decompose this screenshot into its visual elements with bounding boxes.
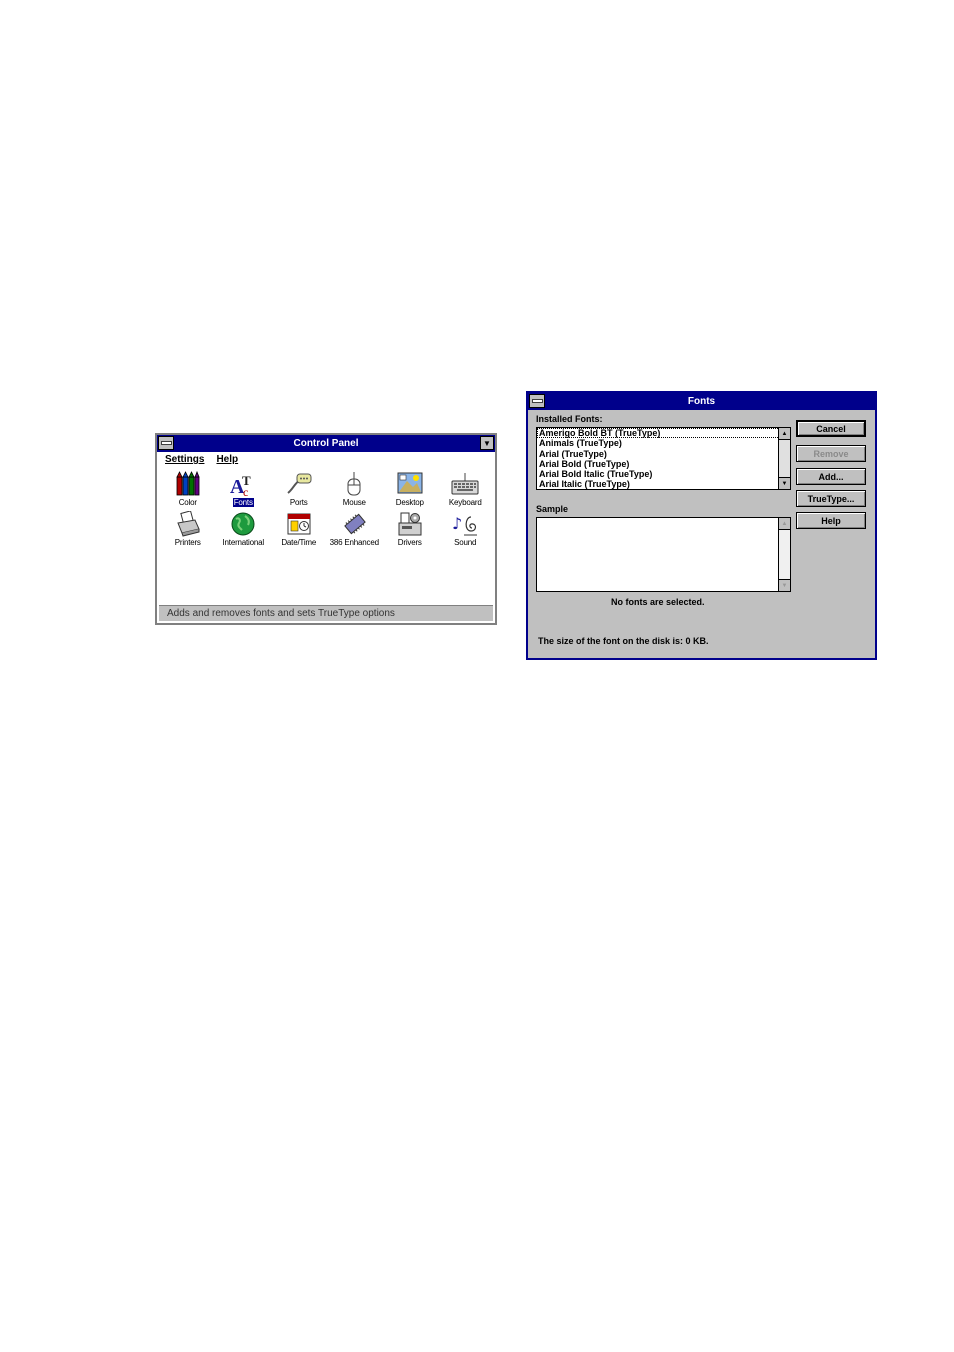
cp-item-label: Date/Time [281, 538, 317, 547]
cp-item-color[interactable]: Color [160, 471, 216, 507]
ports-icon [284, 471, 314, 497]
cp-item-printers[interactable]: Printers [160, 511, 216, 547]
list-item[interactable]: Animals (TrueType) [537, 438, 790, 448]
printers-icon [173, 511, 203, 537]
cp-item-label: Ports [289, 498, 308, 507]
add-button[interactable]: Add... [796, 468, 866, 485]
drivers-icon [395, 511, 425, 537]
date-time-icon [284, 511, 314, 537]
list-item[interactable]: Arial (TrueType) [537, 449, 790, 459]
triangle-down-icon: ▼ [483, 438, 491, 448]
system-menu-button[interactable] [158, 436, 174, 450]
minimize-button[interactable]: ▼ [480, 436, 494, 450]
list-item[interactable]: Arial Bold Italic (TrueType) [537, 469, 790, 479]
cp-item-sound[interactable]: ♪ Sound [438, 511, 494, 547]
installed-fonts-scrollbar[interactable]: ▲ ▼ [778, 428, 790, 489]
fonts-icon: A T c [228, 471, 258, 497]
cp-item-label: Color [178, 498, 197, 507]
cp-item-mouse[interactable]: Mouse [327, 471, 383, 507]
sample-preview-box: ▲ ▼ [536, 517, 791, 592]
cp-item-drivers[interactable]: Drivers [382, 511, 438, 547]
status-text: Adds and removes fonts and sets TrueType… [167, 608, 395, 619]
system-menu-button[interactable] [529, 394, 545, 408]
cp-item-label: Printers [174, 538, 201, 547]
sample-label: Sample [536, 504, 569, 514]
menu-settings[interactable]: Settings [165, 454, 204, 465]
mouse-icon [339, 471, 369, 497]
cp-item-label: 386 Enhanced [329, 538, 379, 547]
fonts-dialog: Fonts Installed Fonts: Amerigo Bold BT (… [526, 391, 877, 660]
svg-text:♪: ♪ [452, 514, 462, 533]
truetype-button[interactable]: TrueType... [796, 490, 866, 507]
remove-button[interactable]: Remove [796, 445, 866, 462]
control-panel-title: Control Panel [293, 438, 359, 449]
sample-scrollbar: ▲ ▼ [778, 518, 790, 591]
fonts-dialog-title: Fonts [687, 396, 716, 407]
installed-fonts-label: Installed Fonts: [536, 414, 603, 424]
cp-item-fonts[interactable]: A T c Fonts [216, 471, 272, 507]
scroll-up-arrow-icon[interactable]: ▲ [779, 428, 790, 440]
svg-text:c: c [243, 485, 248, 497]
cp-item-label: Drivers [397, 538, 422, 547]
list-item[interactable]: Arial Bold (TrueType) [537, 459, 790, 469]
list-item[interactable]: Arial Italic (TrueType) [537, 479, 790, 489]
font-size-on-disk-text: The size of the font on the disk is: 0 K… [538, 636, 709, 646]
globe-icon [228, 511, 258, 537]
scroll-down-arrow-icon: ▼ [779, 579, 790, 591]
control-panel-icon-grid: Color A T c Fonts Ports Mouse Desktop Ke… [160, 471, 493, 547]
control-panel-menubar: Settings Help [157, 452, 495, 467]
no-fonts-selected-text: No fonts are selected. [611, 597, 705, 607]
cp-item-label: Desktop [395, 498, 424, 507]
cp-item-ports[interactable]: Ports [271, 471, 327, 507]
chip-icon [339, 511, 369, 537]
keyboard-icon [450, 471, 480, 497]
cp-item-label: International [222, 538, 265, 547]
cp-item-label: Fonts [232, 498, 254, 507]
cp-item-date-time[interactable]: Date/Time [271, 511, 327, 547]
cp-item-label: Keyboard [448, 498, 482, 507]
cp-item-keyboard[interactable]: Keyboard [438, 471, 494, 507]
list-item[interactable]: Amerigo Bold BT (TrueType) [537, 428, 790, 439]
control-panel-window: Control Panel ▼ Settings Help Color A T … [155, 433, 497, 625]
control-panel-status-bar: Adds and removes fonts and sets TrueType… [159, 605, 493, 621]
menu-help[interactable]: Help [216, 454, 238, 465]
scroll-down-arrow-icon[interactable]: ▼ [779, 477, 790, 489]
desktop-icon [395, 471, 425, 497]
control-panel-titlebar[interactable]: Control Panel ▼ [157, 435, 495, 452]
cp-item-label: Sound [454, 538, 477, 547]
cp-item-international[interactable]: International [216, 511, 272, 547]
cp-item-label: Mouse [342, 498, 366, 507]
cancel-button[interactable]: Cancel [796, 420, 866, 437]
cp-item-386-enhanced[interactable]: 386 Enhanced [327, 511, 383, 547]
cp-item-desktop[interactable]: Desktop [382, 471, 438, 507]
scroll-up-arrow-icon: ▲ [779, 518, 790, 530]
sound-icon: ♪ [450, 511, 480, 537]
installed-fonts-list[interactable]: Amerigo Bold BT (TrueType) Animals (True… [536, 427, 791, 490]
color-crayons-icon [173, 471, 203, 497]
help-button[interactable]: Help [796, 512, 866, 529]
fonts-titlebar[interactable]: Fonts [528, 393, 875, 410]
